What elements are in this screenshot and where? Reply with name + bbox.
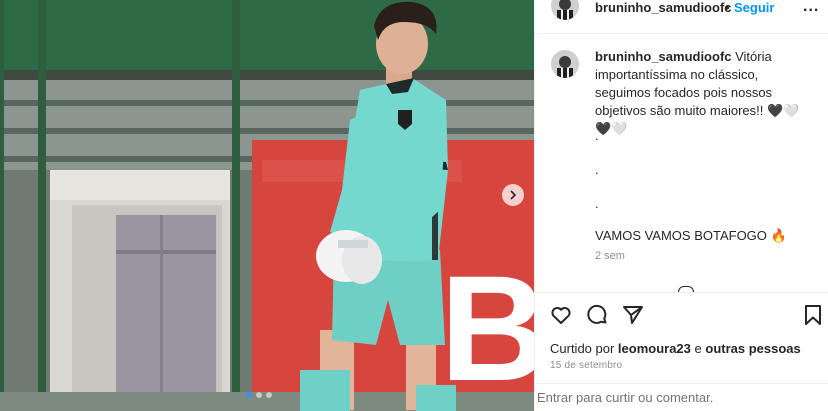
bookmark-icon xyxy=(805,305,821,325)
like-button[interactable] xyxy=(549,303,573,327)
header-username[interactable]: bruninho_samudioofc xyxy=(595,0,732,15)
comment-button[interactable] xyxy=(585,303,609,327)
caption-avatar[interactable] xyxy=(551,50,579,78)
chevron-right-icon xyxy=(510,190,517,200)
caption-dot: . xyxy=(595,128,599,143)
carousel-dots xyxy=(246,392,272,398)
post-photo[interactable]: BR xyxy=(0,0,534,411)
caption-dot: . xyxy=(595,162,599,177)
share-button[interactable] xyxy=(621,303,645,327)
header-separator: • xyxy=(725,0,730,15)
carousel-dot xyxy=(246,392,252,398)
post-date[interactable]: 15 de setembro xyxy=(550,360,622,371)
comment-input[interactable] xyxy=(537,390,817,405)
time-ago[interactable]: 2 sem xyxy=(595,250,625,262)
post-header: bruninho_samudioofc • Seguir ... xyxy=(535,0,828,34)
goalkeeper-photo: BR xyxy=(0,0,534,411)
action-bar xyxy=(535,292,828,340)
avatar-image xyxy=(551,50,579,78)
paper-plane-icon xyxy=(623,306,643,324)
caption-line: VAMOS VAMOS BOTAFOGO 🔥 xyxy=(595,228,787,243)
carousel-dot xyxy=(256,392,262,398)
comment-icon xyxy=(587,304,607,324)
avatar[interactable] xyxy=(551,0,579,20)
carousel-dot xyxy=(266,392,272,398)
save-button[interactable] xyxy=(801,303,825,327)
liked-by-user[interactable]: leomoura23 xyxy=(618,341,691,356)
avatar-image xyxy=(551,0,579,20)
liked-by: Curtido por leomoura23 e outras pessoas xyxy=(550,341,801,356)
post-caption: bruninho_samudioofc Vitória importantíss… xyxy=(595,48,815,138)
more-icon[interactable]: ... xyxy=(803,0,819,16)
caption-username[interactable]: bruninho_samudioofc xyxy=(595,49,732,64)
liked-by-mid: e xyxy=(690,341,706,356)
carousel-next-button[interactable] xyxy=(502,184,524,206)
caption-dot: . xyxy=(595,196,599,211)
liked-by-others[interactable]: outras pessoas xyxy=(705,341,800,356)
liked-by-prefix: Curtido por xyxy=(550,341,618,356)
post-side-panel: bruninho_samudioofc • Seguir ... bruninh… xyxy=(534,0,828,411)
comment-box xyxy=(535,383,828,411)
follow-button[interactable]: Seguir xyxy=(734,0,774,15)
heart-icon xyxy=(551,307,571,324)
